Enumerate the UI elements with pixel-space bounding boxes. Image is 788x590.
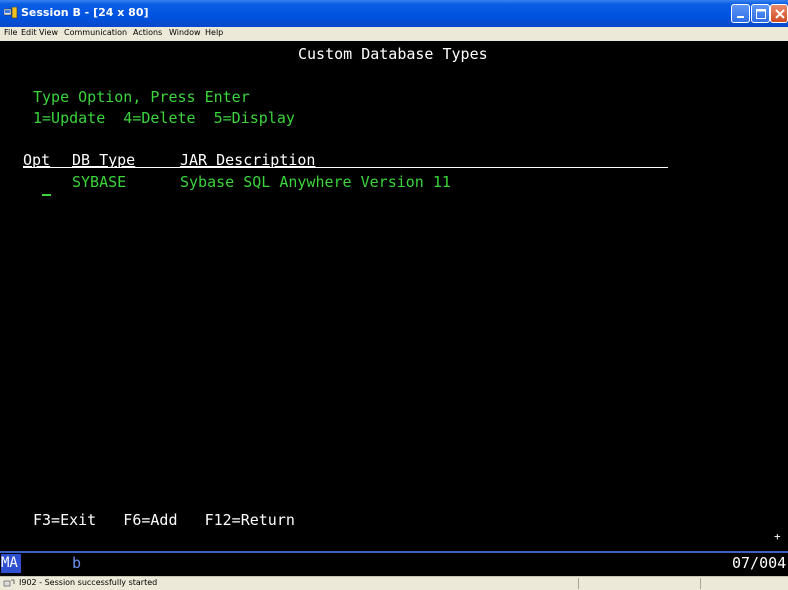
row-description: Sybase SQL Anywhere Version 11 <box>180 173 451 191</box>
menu-window[interactable]: Window <box>169 28 201 37</box>
session-app-icon[interactable] <box>4 7 18 19</box>
menu-bar: File Edit View Communication Actions Win… <box>0 27 788 41</box>
menu-help[interactable]: Help <box>205 28 223 37</box>
menu-edit[interactable]: Edit <box>21 28 37 37</box>
maximize-button[interactable] <box>751 4 770 23</box>
operator-info-area: MA b 07/004 <box>0 553 788 576</box>
oia-cursor-position: 07/004 <box>732 554 787 572</box>
function-keys[interactable]: F3=Exit F6=Add F12=Return <box>33 511 295 529</box>
oia-mode-indicator: MA <box>1 554 21 573</box>
status-bar: I902 - Session successfully started <box>0 576 788 590</box>
menu-communication[interactable]: Communication <box>64 28 127 37</box>
connection-icon <box>3 579 15 587</box>
terminal-screen[interactable]: Custom Database Types Type Option, Press… <box>0 41 788 551</box>
screen-title: Custom Database Types <box>298 45 488 63</box>
close-icon <box>775 9 785 19</box>
status-divider <box>700 578 701 589</box>
menu-file[interactable]: File <box>4 28 17 37</box>
close-button[interactable] <box>770 4 788 23</box>
instruction-text: Type Option, Press Enter <box>33 88 250 106</box>
row-option-input[interactable] <box>42 194 51 196</box>
status-message: I902 - Session successfully started <box>19 578 158 587</box>
minimize-icon <box>737 16 744 18</box>
window-titlebar: Session B - [24 x 80] <box>0 0 788 27</box>
maximize-icon <box>756 9 766 19</box>
oia-input-char: b <box>72 554 82 572</box>
more-indicator: + <box>774 530 781 543</box>
status-divider <box>578 578 579 589</box>
menu-actions[interactable]: Actions <box>133 28 162 37</box>
menu-view[interactable]: View <box>39 28 58 37</box>
options-legend: 1=Update 4=Delete 5=Display <box>33 109 295 127</box>
header-underline <box>23 167 668 168</box>
minimize-button[interactable] <box>731 4 750 23</box>
window-title: Session B - [24 x 80] <box>21 6 149 19</box>
row-db-type: SYBASE <box>72 173 127 191</box>
